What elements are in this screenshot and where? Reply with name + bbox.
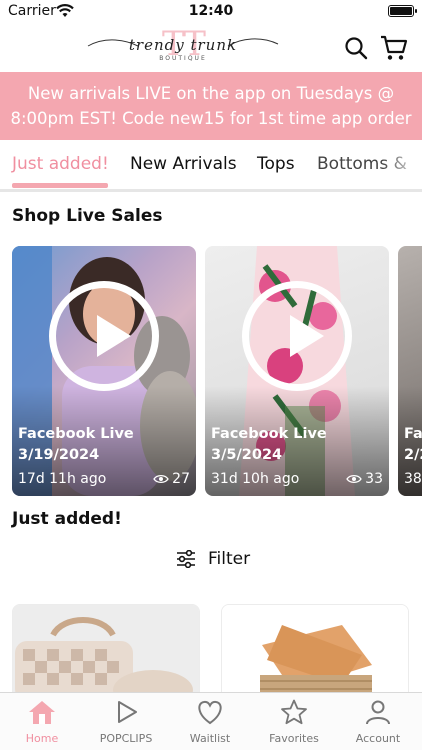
app-header: TT trendy trunk BOUTIQUE: [0, 24, 422, 72]
play-icon[interactable]: [49, 281, 159, 391]
play-icon[interactable]: [242, 281, 352, 391]
eye-icon: [346, 474, 362, 484]
tabbar-popclips[interactable]: POPCLIPS: [84, 699, 168, 745]
live-sale-card[interactable]: Facebook Live 3/19/2024 17d 11h ago 27: [12, 246, 196, 496]
logo-subtitle: BOUTIQUE: [159, 55, 207, 62]
tabbar-label: Favorites: [269, 732, 319, 745]
tabs-divider: [0, 189, 422, 192]
promo-banner[interactable]: New arrivals LIVE on the app on Tuesdays…: [0, 72, 422, 140]
live-platform: Facebook Live: [211, 426, 327, 442]
tabbar-account[interactable]: Account: [336, 699, 420, 745]
live-time-ago: 38: [404, 471, 422, 487]
filter-button[interactable]: Filter: [176, 549, 250, 569]
filter-label: Filter: [208, 549, 251, 569]
active-tab-indicator: [12, 183, 108, 188]
tabbar-label: Waitlist: [189, 732, 231, 745]
promo-banner-text: New arrivals LIVE on the app on Tuesdays…: [10, 84, 412, 128]
product-image: [13, 605, 199, 699]
status-bar: Carrier 12:40: [0, 0, 422, 24]
live-time-ago: 17d 11h ago: [18, 471, 107, 487]
tabbar-favorites[interactable]: Favorites: [252, 699, 336, 745]
eye-icon: [153, 474, 169, 484]
heart-icon: [198, 700, 222, 725]
product-image: [222, 605, 408, 699]
view-count-value: 33: [365, 471, 383, 487]
product-card[interactable]: [221, 604, 409, 700]
product-card[interactable]: [12, 604, 200, 700]
home-icon: [29, 701, 55, 724]
live-time-ago: 31d 10h ago: [211, 471, 300, 487]
live-sale-card-partial[interactable]: Fa 2/2 38: [398, 246, 422, 496]
just-added-title: Just added!: [12, 509, 122, 529]
tabs-fade: [382, 150, 422, 180]
tabbar-label: POPCLIPS: [99, 732, 153, 745]
live-date: 2/2: [404, 447, 422, 463]
star-icon: [281, 699, 307, 725]
bottom-tab-bar: Home POPCLIPS Waitlist Favorites Account: [0, 692, 422, 750]
play-icon: [118, 701, 137, 723]
live-platform: Fa: [404, 426, 422, 442]
tab-just-added[interactable]: Just added!: [12, 154, 109, 174]
battery-icon: [388, 5, 417, 17]
search-icon[interactable]: [344, 36, 368, 60]
live-date: 3/19/2024: [18, 447, 100, 463]
person-icon: [366, 700, 390, 725]
live-sale-card[interactable]: Facebook Live 3/5/2024 31d 10h ago 33: [205, 246, 389, 496]
tab-tops[interactable]: Tops: [257, 154, 295, 174]
tabbar-home[interactable]: Home: [0, 699, 84, 745]
tabbar-label: Account: [355, 732, 401, 745]
brand-logo[interactable]: TT trendy trunk BOUTIQUE: [86, 24, 280, 70]
cart-icon[interactable]: [380, 34, 408, 62]
sliders-icon: [177, 550, 195, 568]
logo-name: trendy trunk: [128, 36, 238, 54]
view-count: 27: [153, 471, 190, 487]
shop-live-title: Shop Live Sales: [12, 206, 163, 226]
live-date: 3/5/2024: [211, 447, 283, 463]
live-platform: Facebook Live: [18, 426, 134, 442]
clock: 12:40: [188, 3, 234, 19]
tabbar-waitlist[interactable]: Waitlist: [168, 699, 252, 745]
view-count-value: 27: [172, 471, 190, 487]
view-count: 33: [346, 471, 383, 487]
tab-new-arrivals[interactable]: New Arrivals: [130, 154, 237, 174]
tabbar-label: Home: [25, 732, 59, 745]
